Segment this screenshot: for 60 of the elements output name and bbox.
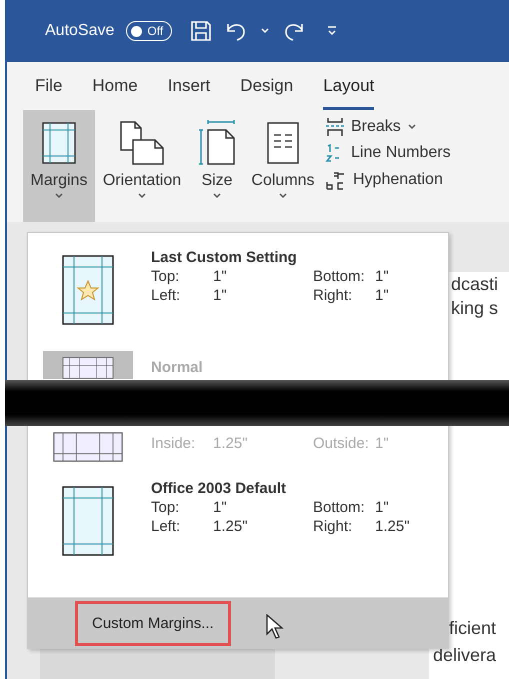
margin-preview-icon — [62, 255, 114, 325]
margin-label: Top: — [151, 268, 180, 285]
ribbon-small-button[interactable]: Breaks — [325, 118, 451, 136]
margin-label: Inside: — [151, 435, 196, 452]
margin-label: Left: — [151, 518, 182, 535]
ribbon-button[interactable]: Columns — [245, 110, 321, 222]
hyphenation-icon — [325, 170, 347, 190]
margin-value: 1" — [213, 499, 228, 516]
page-size-icon — [198, 120, 236, 166]
ribbon-small-button[interactable]: Line Numbers — [325, 144, 451, 162]
margin-value: 1" — [375, 499, 390, 516]
margin-preview-icon — [62, 486, 114, 556]
caret-icon — [212, 192, 222, 200]
columns-icon — [267, 122, 299, 164]
ribbon-tab[interactable]: Insert — [168, 76, 210, 110]
margin-label: Right: — [313, 518, 354, 535]
margin-preset[interactable]: Office 2003 Default Top: 1" Bottom: 1" Left: 1.25" Right: 1.25" — [28, 464, 448, 597]
autosave-label: AutoSave — [45, 22, 114, 40]
ribbon-tab[interactable]: File — [35, 76, 62, 110]
margins-icon — [42, 122, 76, 164]
caret-icon — [278, 192, 288, 200]
autosave-toggle[interactable]: Off — [126, 21, 172, 41]
custom-margins-button[interactable]: Custom Margins... — [75, 600, 231, 646]
save-icon[interactable] — [190, 20, 212, 42]
undo-caret-icon — [260, 27, 270, 35]
mouse-cursor-icon — [266, 614, 284, 640]
breaks-icon — [325, 118, 345, 136]
ribbon-button[interactable]: Orientation — [95, 110, 189, 222]
margin-value: 1.25" — [213, 518, 249, 535]
ribbon-button[interactable]: Size — [189, 110, 245, 222]
customize-toolbar-icon[interactable] — [326, 25, 338, 37]
document-text: ficient — [449, 618, 496, 639]
document-text: delivera — [433, 645, 496, 666]
margin-value: 1" — [213, 287, 228, 304]
preset-name: Normal — [151, 359, 204, 376]
document-text: king s — [451, 298, 498, 319]
preset-name: Office 2003 Default — [151, 480, 288, 497]
margin-label: Bottom: — [313, 268, 366, 285]
pages-icon — [119, 120, 165, 166]
margin-label: Left: — [151, 287, 182, 304]
ribbon-button[interactable]: Margins — [23, 110, 95, 222]
caret-icon — [406, 123, 417, 131]
margin-value: 1" — [375, 268, 390, 285]
margin-label: Bottom: — [313, 499, 366, 516]
margin-value: 1" — [375, 287, 390, 304]
margin-label: Top: — [151, 499, 180, 516]
margin-value: 1.25" — [213, 435, 249, 452]
margin-label: Outside: — [313, 435, 370, 452]
ribbon-tab[interactable]: Home — [92, 76, 138, 110]
document-text: dcasti — [451, 274, 498, 295]
caret-icon — [137, 192, 147, 200]
margin-value: 1" — [213, 268, 228, 285]
preset-name: Last Custom Setting — [151, 249, 298, 266]
caret-icon — [54, 192, 64, 200]
margin-value: 1.25" — [375, 518, 411, 535]
margin-value: 1" — [375, 435, 390, 452]
ribbon-tab[interactable]: Design — [240, 76, 294, 110]
margin-label: Right: — [313, 287, 354, 304]
margin-preset[interactable]: Last Custom Setting Top: 1" Bottom: 1" Left: 1" Right: 1" — [28, 233, 448, 351]
ribbon-small-button[interactable]: Hyphenation — [325, 170, 451, 190]
